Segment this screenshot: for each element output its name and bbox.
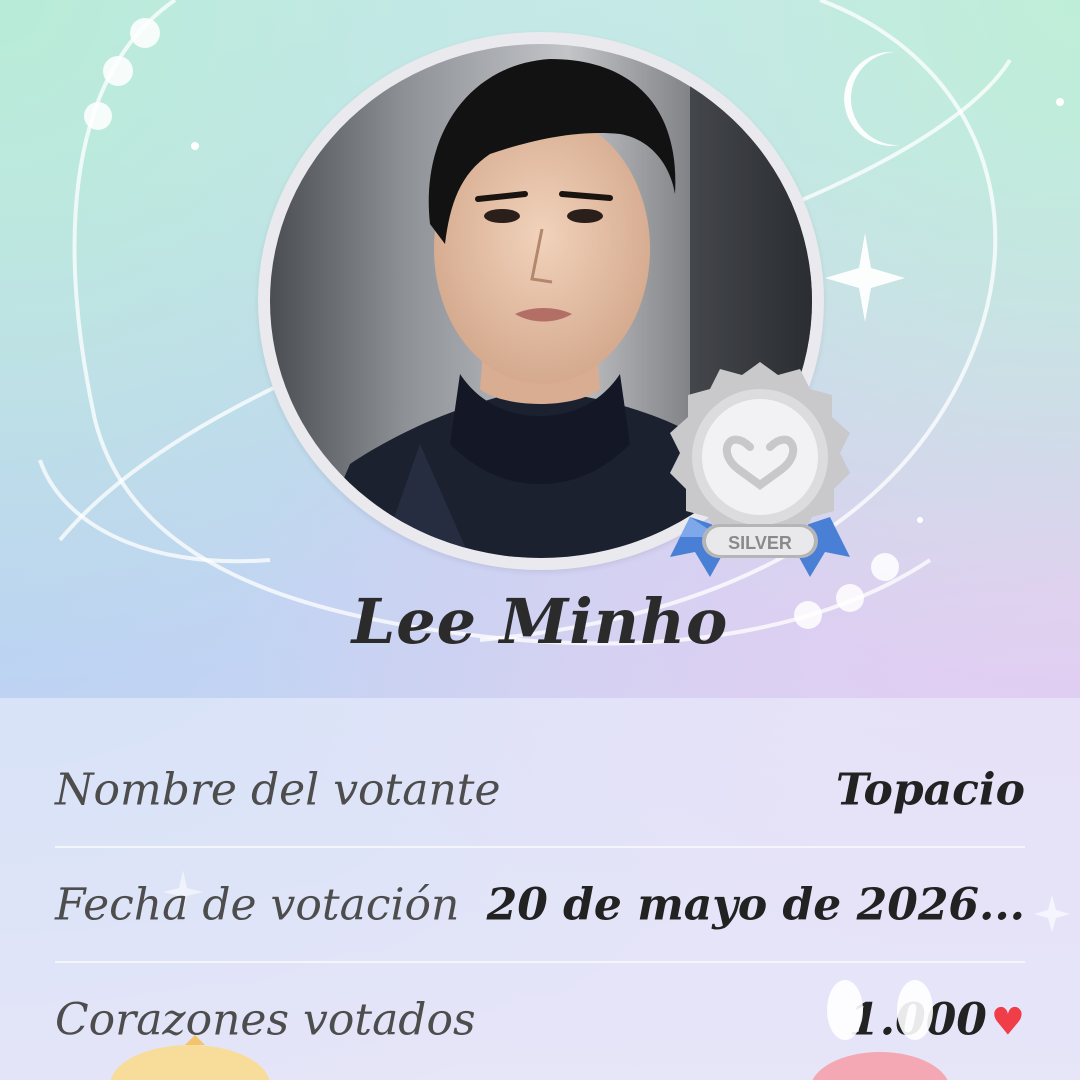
decorative-characters: [110, 980, 948, 1080]
